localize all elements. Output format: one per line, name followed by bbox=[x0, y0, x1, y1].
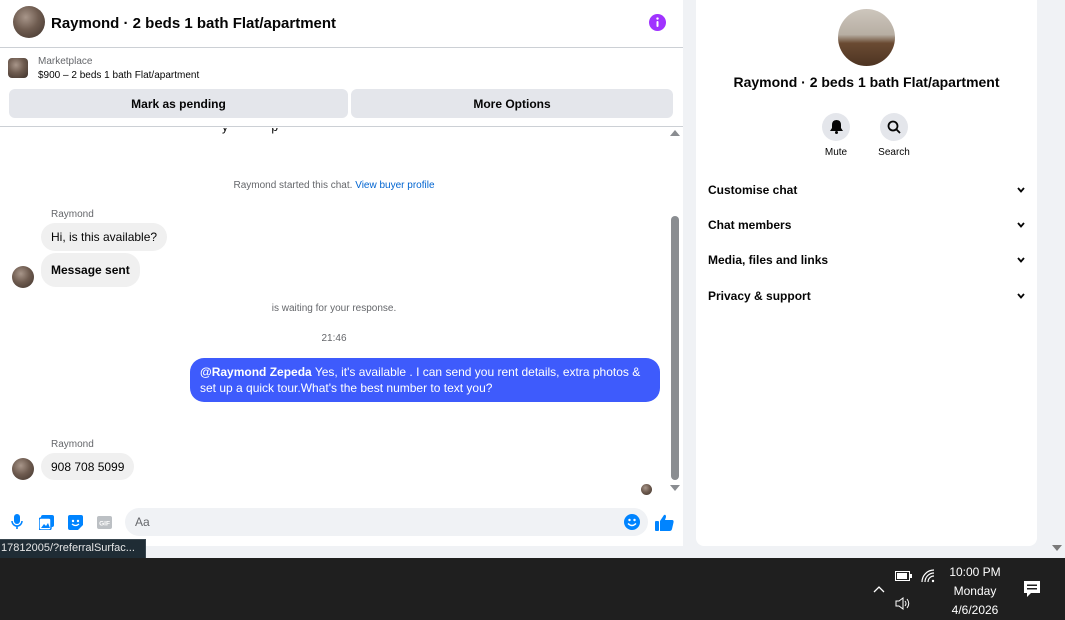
clipped-previous-text: y p bbox=[222, 128, 298, 134]
chevron-down-icon bbox=[1016, 185, 1026, 195]
chat-panel: Raymond · 2 beds 1 bath Flat/apartment M… bbox=[0, 0, 683, 546]
gif-icon[interactable]: GIF bbox=[96, 514, 112, 530]
gif-label: GIF bbox=[99, 520, 110, 527]
battery-icon[interactable] bbox=[893, 566, 913, 586]
listing-price-title[interactable]: $900 – 2 beds 1 bath Flat/apartment bbox=[38, 70, 199, 81]
message-input-box[interactable] bbox=[125, 508, 648, 536]
scroll-up-arrow[interactable] bbox=[670, 130, 680, 136]
section-label: Privacy & support bbox=[708, 289, 811, 303]
listing-thumbnail[interactable] bbox=[8, 58, 28, 78]
section-label: Customise chat bbox=[708, 183, 798, 197]
mute-action[interactable]: Mute bbox=[806, 113, 866, 158]
clock-day: Monday bbox=[953, 584, 997, 598]
chat-started-notice: Raymond started this chat. View buyer pr… bbox=[0, 180, 668, 191]
section-customise-chat[interactable]: Customise chat bbox=[708, 175, 1026, 205]
message-scrollbar[interactable] bbox=[668, 128, 682, 496]
chat-started-text: Raymond started this chat. bbox=[233, 180, 353, 191]
incoming-message[interactable]: 908 708 5099 bbox=[41, 453, 135, 480]
chat-header: Raymond · 2 beds 1 bath Flat/apartment bbox=[0, 0, 683, 48]
chevron-up-icon[interactable] bbox=[869, 579, 889, 599]
conversation-avatar[interactable] bbox=[838, 9, 895, 66]
marketplace-listing: Marketplace $900 – 2 beds 1 bath Flat/ap… bbox=[0, 49, 683, 127]
search-label: Search bbox=[878, 147, 910, 158]
sticker-icon[interactable] bbox=[67, 514, 83, 530]
listing-kind: Marketplace bbox=[38, 56, 93, 67]
conversation-details-panel: Raymond · 2 beds 1 bath Flat/apartment M… bbox=[696, 0, 1037, 546]
seen-receipt-avatar bbox=[641, 484, 652, 495]
mark-as-pending-button[interactable]: Mark as pending bbox=[9, 89, 348, 118]
microphone-icon[interactable] bbox=[9, 514, 25, 530]
section-label: Chat members bbox=[708, 218, 792, 232]
scroll-down-arrow[interactable] bbox=[670, 485, 680, 491]
chevron-down-icon bbox=[1016, 291, 1026, 301]
wifi-icon[interactable] bbox=[919, 566, 939, 586]
view-buyer-profile-link[interactable]: View buyer profile bbox=[355, 180, 434, 191]
search-action[interactable]: Search bbox=[864, 113, 924, 158]
page-scroll-down-arrow[interactable] bbox=[1052, 545, 1062, 551]
message-list[interactable]: y p Raymond started this chat. View buye… bbox=[0, 128, 668, 498]
outgoing-message[interactable]: @Raymond Zepeda Yes, it's available . I … bbox=[190, 358, 660, 402]
volume-icon[interactable] bbox=[893, 593, 913, 613]
notification-icon[interactable] bbox=[1023, 580, 1041, 598]
photo-icon[interactable] bbox=[38, 514, 54, 530]
message-input[interactable] bbox=[135, 512, 605, 532]
message-composer: GIF bbox=[0, 506, 683, 538]
section-chat-members[interactable]: Chat members bbox=[708, 210, 1026, 240]
incoming-message[interactable]: Message sent bbox=[41, 253, 140, 287]
chat-title[interactable]: Raymond · 2 beds 1 bath Flat/apartment bbox=[51, 15, 336, 32]
system-clock[interactable]: 10:00 PM Monday 4/6/2026 bbox=[940, 563, 1010, 620]
section-privacy-support[interactable]: Privacy & support bbox=[708, 281, 1026, 311]
section-label: Media, files and links bbox=[708, 253, 829, 267]
chevron-down-icon bbox=[1016, 220, 1026, 230]
waiting-notice: is waiting for your response. bbox=[271, 303, 397, 314]
thumbs-up-icon[interactable] bbox=[655, 513, 674, 532]
clock-date: 4/6/2026 bbox=[951, 603, 999, 617]
chevron-down-icon bbox=[1016, 255, 1026, 265]
clock-time: 10:00 PM bbox=[949, 565, 1001, 579]
scroll-thumb[interactable] bbox=[671, 216, 679, 480]
more-options-button[interactable]: More Options bbox=[351, 89, 673, 118]
search-icon[interactable] bbox=[880, 113, 908, 141]
bell-icon[interactable] bbox=[822, 113, 850, 141]
taskbar: 10:00 PM Monday 4/6/2026 bbox=[0, 558, 1065, 620]
message-timestamp: 21:46 bbox=[321, 333, 347, 344]
emoji-icon[interactable] bbox=[624, 514, 640, 530]
page-scrollbar[interactable] bbox=[1049, 0, 1065, 558]
section-media-files-links[interactable]: Media, files and links bbox=[708, 245, 1026, 275]
sender-avatar[interactable] bbox=[12, 266, 34, 288]
link-status-url: 17812005/?referralSurfac... bbox=[0, 539, 146, 559]
mention[interactable]: @Raymond Zepeda bbox=[200, 365, 312, 379]
info-icon[interactable] bbox=[649, 14, 666, 31]
contact-avatar[interactable] bbox=[13, 6, 45, 38]
mute-label: Mute bbox=[824, 147, 848, 158]
incoming-message[interactable]: Hi, is this available? bbox=[41, 223, 168, 251]
conversation-title: Raymond · 2 beds 1 bath Flat/apartment bbox=[733, 74, 1000, 90]
sender-avatar[interactable] bbox=[12, 458, 34, 480]
sender-name: Raymond bbox=[51, 439, 94, 450]
sender-name: Raymond bbox=[51, 209, 94, 220]
